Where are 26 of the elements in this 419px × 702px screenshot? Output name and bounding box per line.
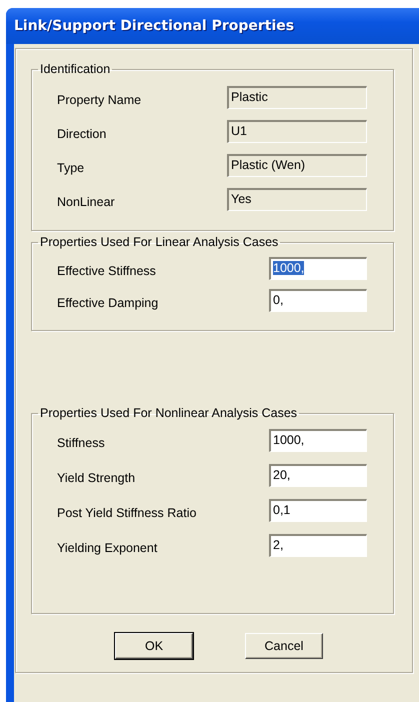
field-label: Type xyxy=(57,160,86,174)
group-title: Properties Used For Linear Analysis Cases xyxy=(39,235,280,249)
field-label: Yield Strength xyxy=(57,470,136,485)
group-title: Properties Used For Nonlinear Analysis Cases xyxy=(39,406,298,420)
group-title: Identification xyxy=(39,62,112,76)
input-field[interactable]: 2, xyxy=(269,534,367,557)
readonly-field[interactable]: Yes xyxy=(227,188,367,210)
window-title: Link/Support Directional Properties xyxy=(14,18,294,34)
field-label: Yielding Exponent xyxy=(57,540,158,555)
field-label: Stiffness xyxy=(57,435,106,450)
input-field[interactable]: 0, xyxy=(269,288,367,312)
field-label: Effective Damping xyxy=(57,294,160,310)
readonly-field[interactable]: Plastic (Wen) xyxy=(227,154,367,176)
readonly-field[interactable]: U1 xyxy=(227,120,367,142)
input-field[interactable]: 20, xyxy=(269,464,367,487)
cancel-button[interactable]: Cancel xyxy=(245,633,323,659)
field-label: Property Name xyxy=(57,92,142,106)
input-field[interactable]: 1000, xyxy=(269,429,367,452)
input-field[interactable]: 0,1 xyxy=(269,499,367,522)
readonly-field[interactable]: Plastic xyxy=(227,86,367,108)
input-field[interactable]: 1000, xyxy=(269,256,367,280)
field-label: Direction xyxy=(57,126,108,140)
field-label: NonLinear xyxy=(57,194,116,208)
field-label: Post Yield Stiffness Ratio xyxy=(57,505,198,520)
field-label: Effective Stiffness xyxy=(57,262,157,278)
ok-button[interactable]: OK xyxy=(115,633,193,659)
